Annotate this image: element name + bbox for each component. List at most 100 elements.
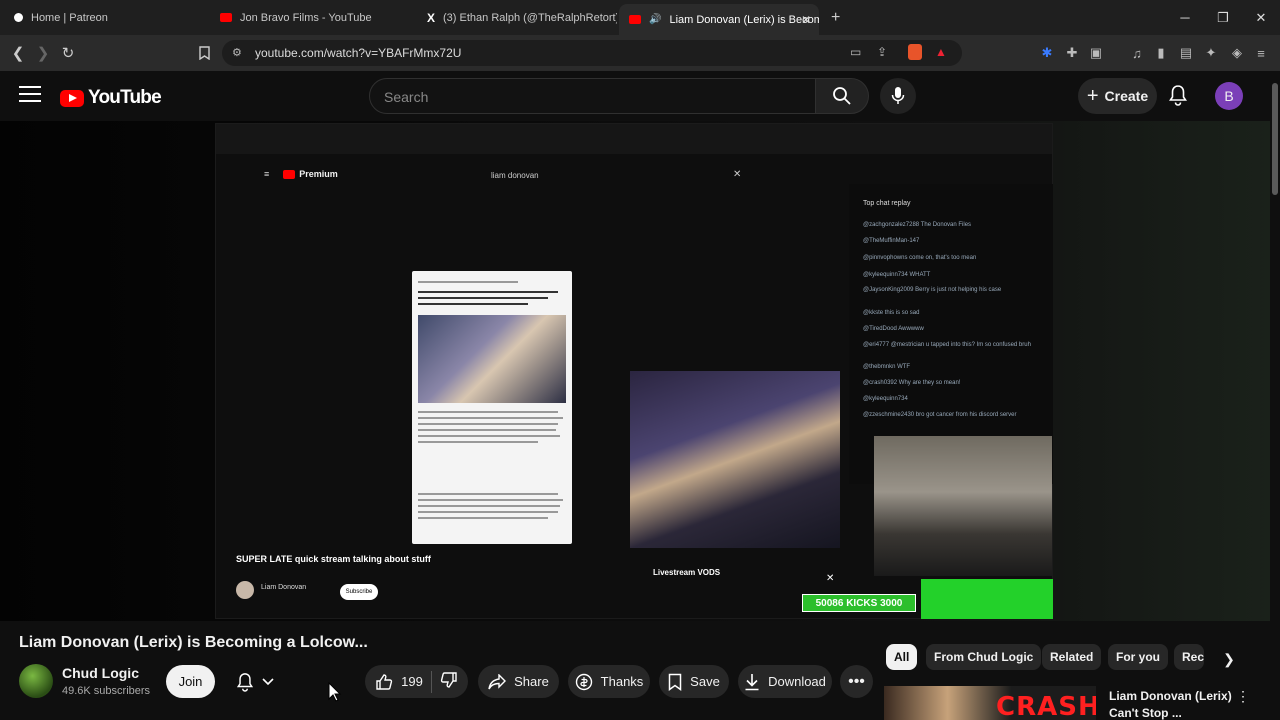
rec-more-icon[interactable]: ⋮ [1236, 688, 1250, 705]
media-icon[interactable]: ♫ [1128, 44, 1146, 62]
search-icon [833, 87, 851, 105]
voice-search-button[interactable] [880, 78, 916, 114]
cast-icon[interactable]: ▭ [850, 45, 861, 59]
channel-name[interactable]: Chud Logic [62, 665, 139, 681]
youtube-logo[interactable]: YouTube [60, 87, 162, 109]
hamburger-menu-icon[interactable] [19, 86, 41, 107]
reddit-post-image [412, 271, 572, 544]
account-avatar[interactable]: B [1215, 82, 1243, 110]
chip-recent[interactable]: Rec [1174, 644, 1204, 670]
video-frame: ≡ Premium liam donovan ✕ Top chat replay… [215, 123, 1053, 619]
chip-from-channel[interactable]: From Chud Logic [926, 644, 1042, 670]
back-icon[interactable]: ❮ [8, 43, 28, 63]
extension-icon[interactable]: ✱ [1038, 44, 1056, 62]
close-window-icon[interactable]: ✕ [1242, 0, 1280, 35]
create-label: Create [1104, 88, 1149, 104]
leo-icon[interactable]: ✦ [1202, 44, 1220, 62]
download-button[interactable]: Download [738, 665, 832, 698]
bell-icon [1169, 85, 1187, 106]
tab-label: Liam Donovan (Lerix) is Becom [669, 13, 819, 26]
dislike-button[interactable] [440, 671, 458, 692]
video-title: Liam Donovan (Lerix) is Becoming a Lolco… [19, 634, 368, 651]
brave-shield-icon[interactable] [908, 44, 922, 60]
channel-avatar[interactable] [19, 664, 53, 698]
download-label: Download [768, 674, 826, 689]
search-placeholder: Search [384, 89, 429, 105]
save-icon [668, 673, 682, 691]
chip-for-you[interactable]: For you [1108, 644, 1168, 670]
mouse-cursor-icon [328, 682, 342, 702]
inner-search-box: liam donovan ✕ [491, 169, 742, 180]
patreon-icon [14, 13, 23, 22]
bookmark-icon[interactable] [194, 43, 214, 63]
share-page-icon[interactable]: ⇪ [877, 45, 887, 59]
forward-icon[interactable]: ❯ [33, 43, 53, 63]
site-info-icon[interactable]: ⚙ [232, 46, 242, 59]
puzzle-icon[interactable]: ✚ [1063, 44, 1081, 62]
bell-icon [236, 672, 254, 692]
inner-subscribe: Subscribe [340, 584, 378, 600]
more-icon: ••• [848, 672, 865, 690]
chevron-down-icon [262, 677, 274, 685]
plus-icon: + [1086, 84, 1099, 107]
menu-icon[interactable]: ≡ [1252, 44, 1270, 62]
thumbs-up-icon [376, 673, 393, 690]
url-box[interactable]: ⚙ youtube.com/watch?v=YBAFrMmx72U ▭ ⇪ ▲ [222, 40, 962, 66]
chip-related[interactable]: Related [1042, 644, 1102, 670]
tab-jon-bravo[interactable]: Jon Bravo Films - YouTube [210, 4, 415, 31]
like-dislike-group: 199 [365, 665, 468, 698]
brave-rewards-icon[interactable]: ▲ [935, 45, 947, 59]
like-button[interactable]: 199 [375, 673, 423, 691]
livestream-vods-label: Livestream VODS [653, 568, 721, 577]
recommended-video-title[interactable]: Liam Donovan (Lerix) Can't Stop ... [1109, 688, 1234, 720]
audio-icon: 🔊 [649, 14, 662, 25]
maximize-icon[interactable]: ❐ [1204, 0, 1242, 35]
save-label: Save [690, 674, 720, 689]
rec-title-line1: Liam Donovan (Lerix) [1109, 689, 1232, 703]
tab-patreon[interactable]: Home | Patreon [4, 4, 204, 31]
youtube-header: YouTube Search + Create B [0, 71, 1280, 121]
rec-title-line2: Can't Stop ... [1109, 706, 1182, 720]
page-scrollbar[interactable] [1270, 71, 1280, 720]
video-player[interactable]: ≡ Premium liam donovan ✕ Top chat replay… [0, 121, 1270, 621]
tab-liam-donovan[interactable]: 🔊 Liam Donovan (Lerix) is Becom ✕ [619, 4, 819, 35]
tab-close-icon[interactable]: ✕ [801, 13, 811, 27]
tab-ethan-ralph[interactable]: X (3) Ethan Ralph (@TheRalphRetort) / [417, 4, 617, 31]
notifications-button[interactable] [1168, 84, 1188, 111]
join-button[interactable]: Join [166, 665, 215, 698]
kicks-counter: 50086 KICKS 3000 [802, 594, 916, 612]
share-button[interactable]: Share [478, 665, 559, 698]
wallet-icon[interactable]: ▣ [1087, 44, 1105, 62]
chip-all[interactable]: All [886, 644, 918, 670]
new-tab-button[interactable]: + [831, 9, 840, 27]
tab-label: (3) Ethan Ralph (@TheRalphRetort) / [443, 11, 617, 24]
vpn-icon[interactable]: ◈ [1228, 44, 1246, 62]
inner-browser-bar [216, 124, 1052, 154]
thanks-button[interactable]: Thanks [568, 665, 650, 698]
inner-channel-name: Liam Donovan [261, 584, 307, 591]
recommended-video-thumbnail[interactable]: CRASH [884, 686, 1096, 720]
create-button[interactable]: + Create [1078, 78, 1157, 114]
youtube-play-icon [60, 89, 84, 107]
reload-icon[interactable]: ↻ [58, 43, 78, 63]
minimize-icon[interactable]: ─ [1166, 0, 1204, 35]
notification-settings-button[interactable] [225, 665, 285, 698]
thanks-label: Thanks [600, 674, 644, 689]
search-input[interactable]: Search [369, 78, 816, 114]
more-actions-button[interactable]: ••• [840, 665, 873, 698]
youtube-icon [220, 13, 232, 22]
thanks-icon [575, 673, 592, 690]
save-button[interactable]: Save [659, 665, 729, 698]
url-text: youtube.com/watch?v=YBAFrMmx72U [255, 46, 462, 60]
chips-next-icon[interactable]: ❯ [1219, 649, 1239, 669]
avatar-letter: B [1224, 88, 1234, 104]
wallet2-icon[interactable]: ▤ [1177, 44, 1195, 62]
microphone-icon [891, 87, 905, 104]
inner-video-title: SUPER LATE quick stream talking about st… [236, 554, 431, 564]
sidebar-icon[interactable]: ▮ [1152, 44, 1170, 62]
thumbnail-text: CRASH [996, 692, 1096, 720]
search-button[interactable] [815, 78, 869, 114]
share-label: Share [514, 674, 549, 689]
subscriber-count: 49.6K subscribers [62, 685, 151, 697]
like-count: 199 [401, 674, 423, 689]
